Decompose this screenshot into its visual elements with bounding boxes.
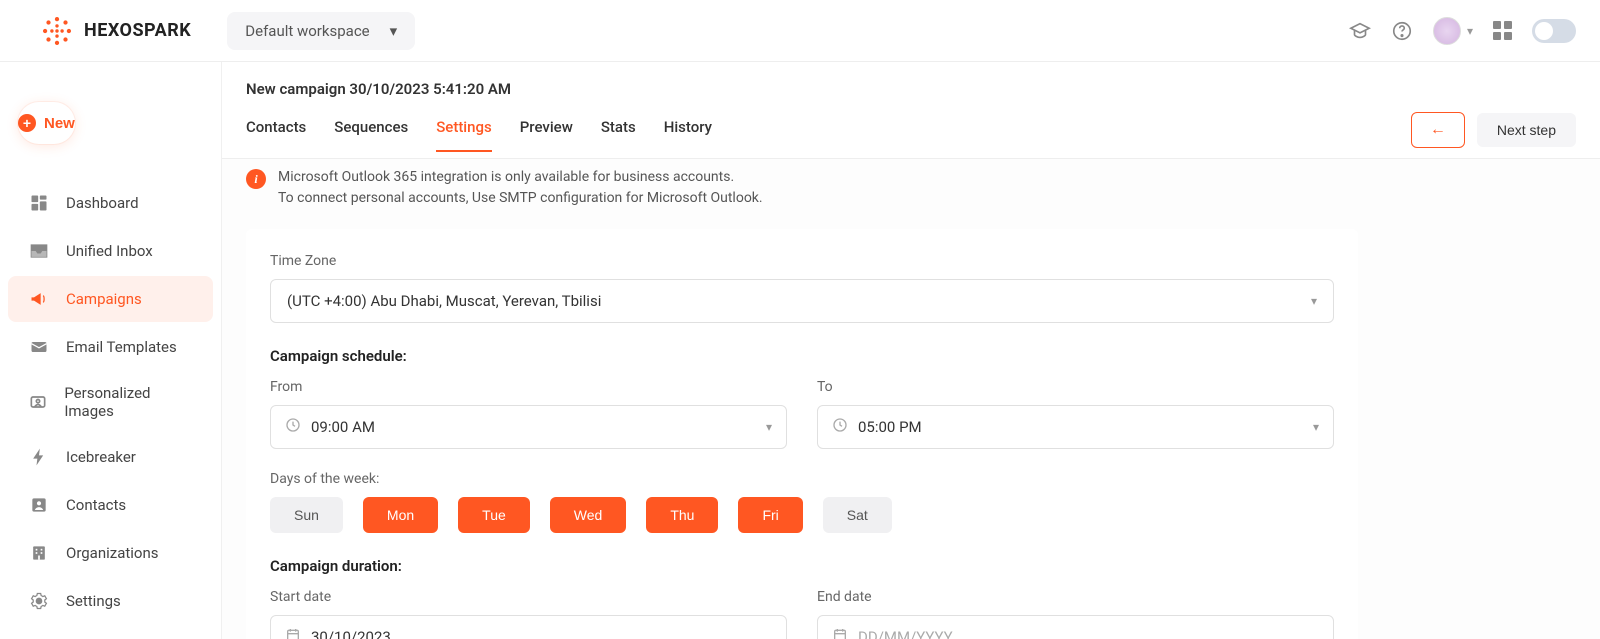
topbar: HEXOSPARK Default workspace ▾ ▾ [0, 0, 1600, 62]
mail-icon [28, 336, 50, 358]
sidebar-item-campaigns[interactable]: Campaigns [8, 276, 213, 322]
timezone-label: Time Zone [270, 253, 1334, 269]
clock-icon [832, 417, 848, 437]
from-label: From [270, 379, 787, 395]
days-label: Days of the week: [270, 471, 1334, 487]
sidebar-item-label: Campaigns [66, 290, 142, 308]
chevron-down-icon: ▾ [390, 22, 398, 40]
duration-title: Campaign duration: [270, 557, 1334, 575]
building-icon [28, 542, 50, 564]
info-line-1: Microsoft Outlook 365 integration is onl… [278, 167, 763, 188]
from-time-value: 09:00 AM [311, 418, 756, 436]
sidebar-item-label: Contacts [66, 496, 126, 514]
next-step-button[interactable]: Next step [1477, 113, 1576, 147]
help-icon[interactable] [1391, 20, 1413, 42]
logo-icon [40, 14, 74, 48]
tab-settings[interactable]: Settings [436, 118, 492, 152]
info-banner: i Microsoft Outlook 365 integration is o… [246, 159, 1358, 229]
sidebar-item-icebreaker[interactable]: Icebreaker [8, 434, 213, 480]
sidebar-item-label: Organizations [66, 544, 159, 562]
timezone-value: (UTC +4:00) Abu Dhabi, Muscat, Yerevan, … [287, 292, 601, 310]
user-menu[interactable]: ▾ [1433, 17, 1473, 45]
contact-icon [28, 494, 50, 516]
theme-toggle[interactable] [1532, 19, 1576, 43]
chevron-down-icon: ▾ [1467, 24, 1473, 38]
sidebar-item-templates[interactable]: Email Templates [8, 324, 213, 370]
start-date-value: 30/10/2023 [311, 628, 391, 639]
arrow-left-icon: ← [1430, 121, 1446, 139]
sidebar-item-label: Settings [66, 592, 121, 610]
sidebar-item-organizations[interactable]: Organizations [8, 530, 213, 576]
end-date-placeholder: DD/MM/YYYY [858, 628, 953, 639]
plus-icon: + [18, 114, 36, 132]
logo[interactable]: HEXOSPARK [40, 14, 191, 48]
day-sat[interactable]: Sat [823, 497, 892, 533]
workspace-selector[interactable]: Default workspace ▾ [227, 12, 415, 50]
day-mon[interactable]: Mon [363, 497, 438, 533]
info-line-2: To connect personal accounts, Use SMTP c… [278, 188, 763, 209]
sidebar-item-images[interactable]: Personalized Images [8, 372, 213, 432]
page-title: New campaign 30/10/2023 5:41:20 AM [246, 80, 1576, 98]
days-row: Sun Mon Tue Wed Thu Fri Sat [270, 497, 1334, 533]
day-wed[interactable]: Wed [550, 497, 627, 533]
schedule-title: Campaign schedule: [270, 347, 1334, 365]
sidebar-item-contacts[interactable]: Contacts [8, 482, 213, 528]
chevron-down-icon: ▾ [766, 420, 772, 434]
sidebar-item-dashboard[interactable]: Dashboard [8, 180, 213, 226]
tab-history[interactable]: History [664, 118, 712, 152]
brand-text: HEXOSPARK [84, 20, 191, 41]
to-time-select[interactable]: 05:00 PM ▾ [817, 405, 1334, 449]
end-date-input[interactable]: DD/MM/YYYY [817, 615, 1334, 639]
sidebar: + New Dashboard Unified Inbox Campaigns … [0, 62, 222, 639]
megaphone-icon [28, 288, 50, 310]
apps-icon[interactable] [1493, 21, 1512, 40]
back-button[interactable]: ← [1411, 112, 1465, 148]
new-button-label: New [44, 115, 75, 132]
to-time-value: 05:00 PM [858, 418, 1303, 436]
tab-contacts[interactable]: Contacts [246, 118, 306, 152]
sidebar-item-settings[interactable]: Settings [8, 578, 213, 624]
chevron-down-icon: ▾ [1313, 420, 1319, 434]
gear-icon [28, 590, 50, 612]
dashboard-icon [28, 192, 50, 214]
day-thu[interactable]: Thu [646, 497, 718, 533]
main-content: New campaign 30/10/2023 5:41:20 AM Conta… [222, 62, 1600, 639]
sidebar-item-label: Email Templates [66, 338, 177, 356]
chevron-down-icon: ▾ [1311, 294, 1317, 308]
end-date-label: End date [817, 589, 1334, 605]
sidebar-item-inbox[interactable]: Unified Inbox [8, 228, 213, 274]
timezone-select[interactable]: (UTC +4:00) Abu Dhabi, Muscat, Yerevan, … [270, 279, 1334, 323]
academy-icon[interactable] [1349, 20, 1371, 42]
day-sun[interactable]: Sun [270, 497, 343, 533]
image-icon [28, 391, 48, 413]
calendar-icon [832, 627, 848, 639]
start-date-input[interactable]: 30/10/2023 [270, 615, 787, 639]
tab-sequences[interactable]: Sequences [334, 118, 408, 152]
tabs: Contacts Sequences Settings Preview Stat… [246, 118, 712, 152]
day-fri[interactable]: Fri [738, 497, 802, 533]
to-label: To [817, 379, 1334, 395]
bolt-icon [28, 446, 50, 468]
inbox-icon [28, 240, 50, 262]
main-header: New campaign 30/10/2023 5:41:20 AM Conta… [222, 62, 1600, 159]
start-date-label: Start date [270, 589, 787, 605]
clock-icon [285, 417, 301, 437]
new-button[interactable]: + New [18, 102, 75, 144]
tab-preview[interactable]: Preview [520, 118, 573, 152]
calendar-icon [285, 627, 301, 639]
day-tue[interactable]: Tue [458, 497, 530, 533]
topbar-right: ▾ [1349, 17, 1576, 45]
avatar [1433, 17, 1461, 45]
info-icon: i [246, 169, 266, 189]
from-time-select[interactable]: 09:00 AM ▾ [270, 405, 787, 449]
sidebar-item-label: Dashboard [66, 194, 139, 212]
sidebar-item-label: Personalized Images [64, 384, 193, 420]
sidebar-item-label: Icebreaker [66, 448, 136, 466]
sidebar-item-label: Unified Inbox [66, 242, 153, 260]
tab-stats[interactable]: Stats [601, 118, 636, 152]
workspace-selected: Default workspace [245, 22, 369, 40]
